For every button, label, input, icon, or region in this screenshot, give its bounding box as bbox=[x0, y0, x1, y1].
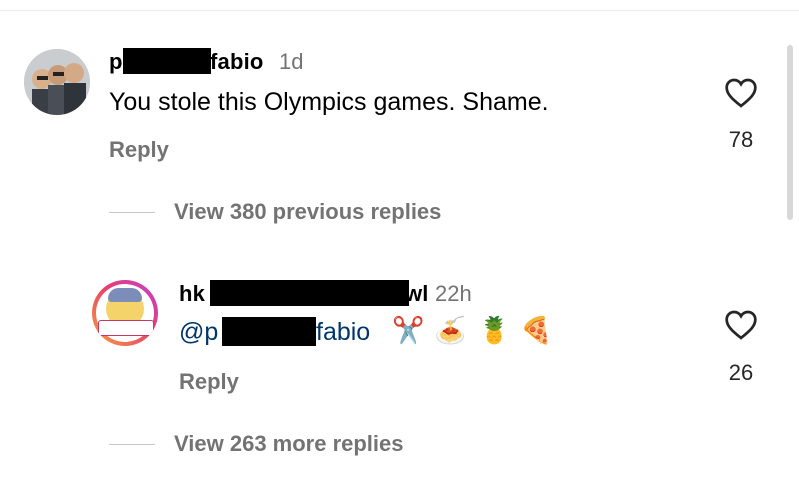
scrollbar[interactable] bbox=[787, 45, 793, 220]
mention-end[interactable]: fabio bbox=[316, 318, 370, 347]
reply-button[interactable]: Reply bbox=[179, 369, 239, 395]
comment-time: 1d bbox=[279, 49, 304, 74]
redaction-bar bbox=[210, 280, 409, 306]
like-count: 78 bbox=[728, 127, 754, 152]
heart-outline-icon bbox=[725, 310, 757, 340]
avatar-photo bbox=[24, 49, 90, 115]
like-count: 26 bbox=[728, 360, 754, 385]
avatar-cartoon bbox=[96, 284, 154, 342]
heart-outline-icon bbox=[725, 78, 757, 108]
view-more-replies[interactable]: View 263 more replies bbox=[174, 431, 404, 457]
comment-username-start[interactable]: p bbox=[109, 49, 123, 75]
view-previous-replies[interactable]: View 380 previous replies bbox=[174, 199, 441, 225]
redaction-bar bbox=[222, 317, 316, 346]
reply-button[interactable]: Reply bbox=[109, 137, 169, 163]
thread-line bbox=[109, 212, 155, 213]
reply-time: 22h bbox=[435, 281, 472, 306]
scissors-emoji: ✂️ bbox=[392, 315, 425, 345]
comment-text: You stole this Olympics games. Shame. bbox=[109, 88, 549, 116]
like-button[interactable] bbox=[724, 78, 758, 108]
reply-avatar[interactable] bbox=[92, 280, 158, 346]
like-button[interactable] bbox=[724, 310, 758, 340]
redaction-bar bbox=[123, 48, 211, 74]
pineapple-emoji: 🍍 bbox=[478, 315, 511, 345]
spaghetti-emoji: 🍝 bbox=[434, 315, 467, 345]
avatar[interactable] bbox=[24, 49, 90, 115]
mention-start[interactable]: @p bbox=[179, 318, 218, 347]
reply-username-start[interactable]: hk bbox=[179, 281, 205, 307]
pizza-emoji: 🍕 bbox=[520, 315, 553, 345]
thread-line bbox=[109, 444, 155, 445]
top-divider bbox=[0, 10, 799, 11]
reply-username-end[interactable]: wl bbox=[405, 281, 429, 307]
comment-username-end[interactable]: fabio bbox=[210, 49, 264, 75]
